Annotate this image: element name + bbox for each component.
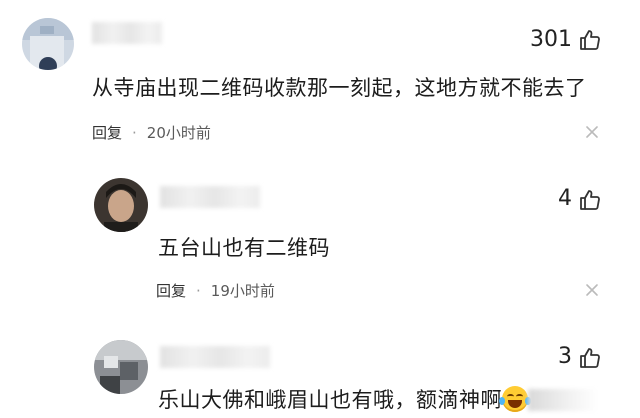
comment-text: 乐山大佛和峨眉山也有哦，额滴神啊 <box>158 384 598 414</box>
comment-text-body: 乐山大佛和峨眉山也有哦，额滴神啊 <box>158 388 502 412</box>
timestamp: 19小时前 <box>210 282 275 300</box>
avatar[interactable] <box>94 340 148 394</box>
thumbs-up-icon[interactable] <box>578 188 602 212</box>
like-count: 301 <box>530 27 572 52</box>
reply-button[interactable]: 回复 <box>92 124 122 142</box>
avatar[interactable] <box>22 18 74 70</box>
separator-dot: · <box>132 124 137 142</box>
thumbs-up-icon[interactable] <box>578 346 602 370</box>
separator-dot: · <box>196 282 201 300</box>
comment-meta: 回复 · 20小时前 <box>92 122 211 143</box>
comment-meta: 回复 · 19小时前 <box>156 280 275 301</box>
dislike-icon[interactable] <box>582 280 602 300</box>
laughing-tears-emoji-icon <box>499 386 531 412</box>
redacted-text <box>528 389 598 411</box>
timestamp: 20小时前 <box>146 124 211 142</box>
reply-button[interactable]: 回复 <box>156 282 186 300</box>
dislike-icon[interactable] <box>582 122 602 142</box>
reply-item: 4 五台山也有二维码 回复 · 19小时前 <box>0 150 640 310</box>
username-redacted <box>160 346 270 368</box>
thumbs-up-icon[interactable] <box>578 28 602 52</box>
comment-item: 301 从寺庙出现二维码收款那一刻起，这地方就不能去了 回复 · 20小时前 <box>0 0 640 150</box>
avatar[interactable] <box>94 178 148 232</box>
reply-item: 3 乐山大佛和峨眉山也有哦，额滴神啊 <box>0 310 640 418</box>
comment-text: 从寺庙出现二维码收款那一刻起，这地方就不能去了 <box>92 76 587 100</box>
comment-text: 五台山也有二维码 <box>158 236 330 260</box>
username-redacted <box>92 22 162 44</box>
like-count: 3 <box>558 344 572 369</box>
username-redacted <box>160 186 260 208</box>
like-count: 4 <box>558 186 572 211</box>
